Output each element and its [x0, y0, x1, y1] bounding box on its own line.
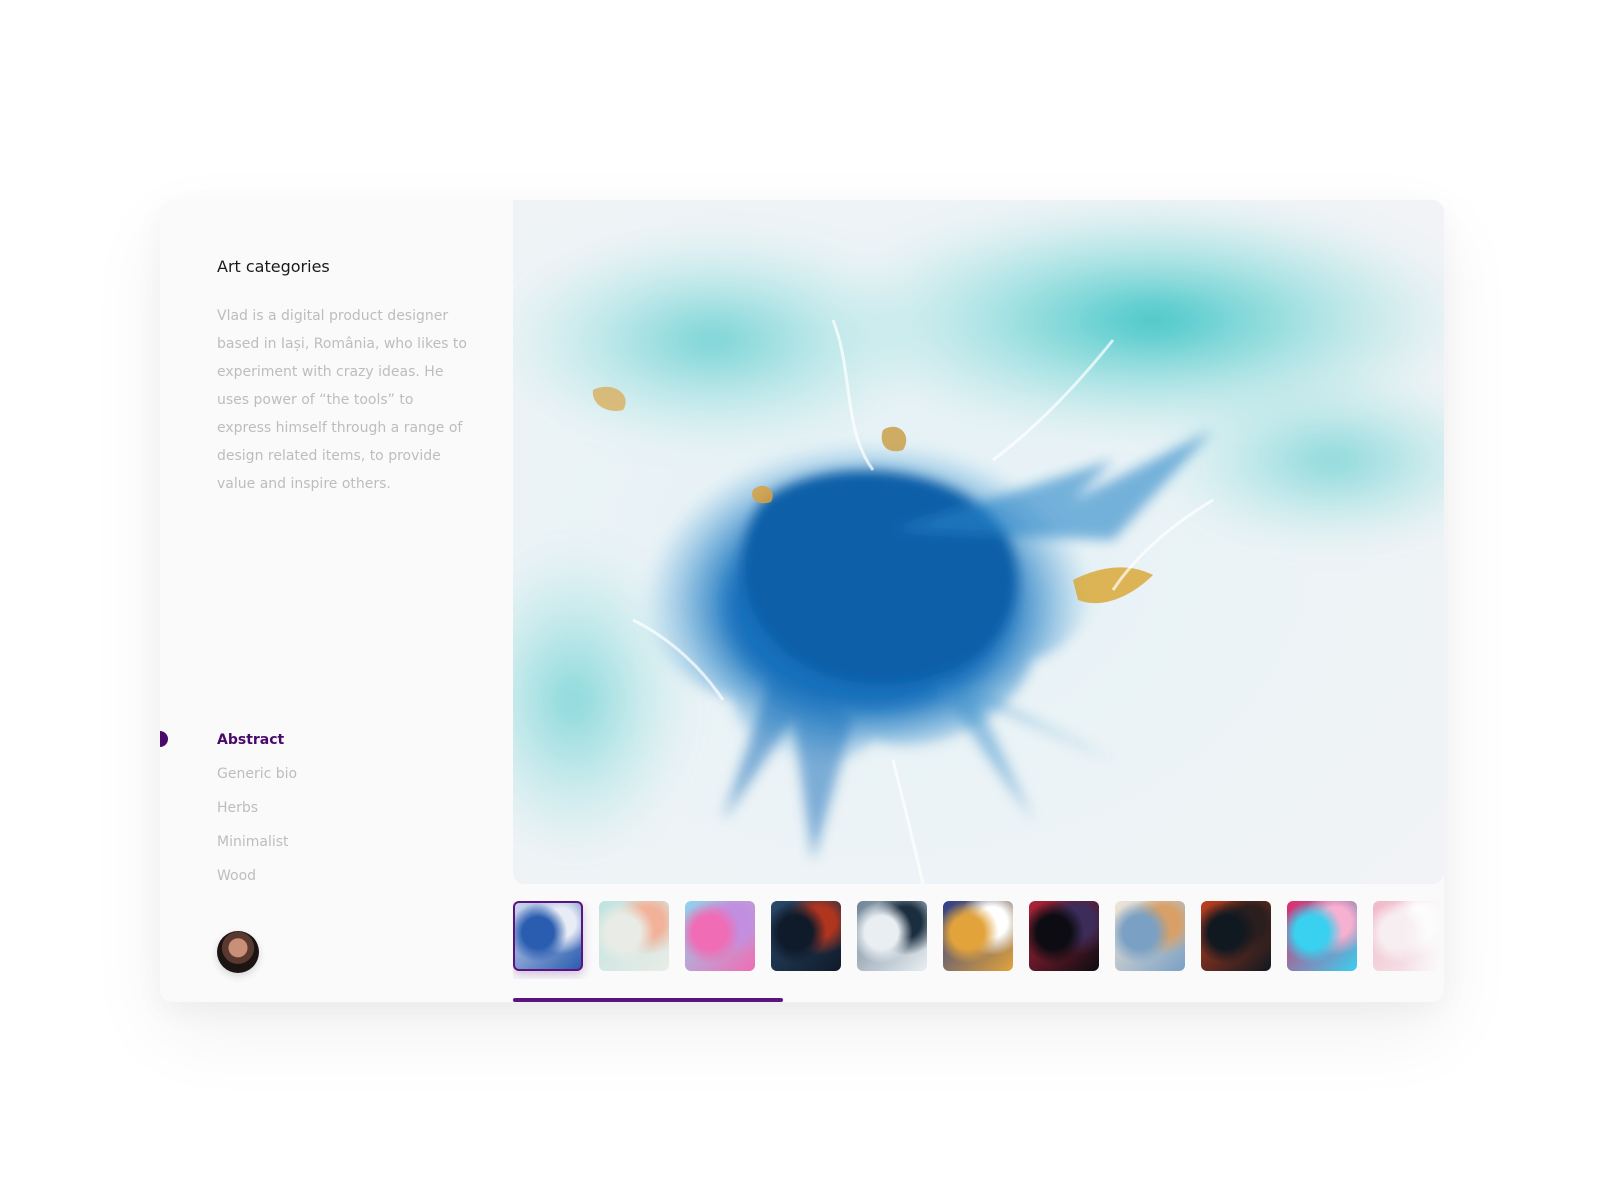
thumbnail-sky-cloud[interactable]	[1115, 901, 1185, 971]
thumbnail-blue-splash[interactable]	[513, 901, 583, 971]
thumbnail-misty-blue[interactable]	[857, 901, 927, 971]
category-item-generic-bio[interactable]: Generic bio	[217, 764, 297, 798]
gallery-progress-fill	[513, 998, 783, 1002]
thumbnail-neon-gradient[interactable]	[1287, 901, 1357, 971]
thumbnail-red-lines[interactable]	[1029, 901, 1099, 971]
category-list: Abstract Generic bio Herbs Minimalist Wo…	[217, 730, 297, 900]
user-avatar[interactable]	[217, 931, 259, 973]
category-item-abstract[interactable]: Abstract	[217, 730, 297, 764]
artist-bio: Vlad is a digital product designer based…	[217, 308, 467, 492]
thumbnail-pastel-spots[interactable]	[599, 901, 669, 971]
category-item-wood[interactable]: Wood	[217, 866, 297, 900]
gallery-card: Art categories Vlad is a digital product…	[160, 200, 1444, 1002]
sidebar: Art categories Vlad is a digital product…	[160, 200, 512, 1002]
thumbnail-dark-red[interactable]	[771, 901, 841, 971]
featured-artwork	[513, 200, 1444, 884]
category-item-herbs[interactable]: Herbs	[217, 798, 297, 832]
thumbnail-fire-marble[interactable]	[943, 901, 1013, 971]
category-item-minimalist[interactable]: Minimalist	[217, 832, 297, 866]
thumbnail-lava[interactable]	[1201, 901, 1271, 971]
sidebar-title: Art categories	[217, 257, 330, 276]
thumbnail-fade-overlay	[1404, 901, 1444, 979]
gallery-progress	[513, 998, 1444, 1002]
abstract-fluid-art-image	[513, 200, 1444, 884]
thumbnail-pink-swirl[interactable]	[685, 901, 755, 971]
thumbnail-strip	[513, 901, 1444, 979]
active-category-indicator	[160, 731, 168, 747]
